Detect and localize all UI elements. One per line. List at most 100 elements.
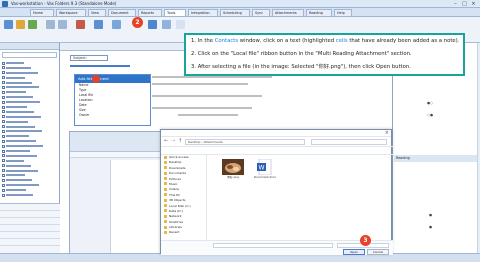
checkbox[interactable] bbox=[2, 66, 5, 70]
tab-workspace[interactable]: Workspace bbox=[56, 9, 86, 16]
checkbox[interactable] bbox=[2, 169, 5, 173]
file-tile[interactable]: 你好.png bbox=[220, 159, 246, 187]
subject-field[interactable]: Subject: bbox=[70, 55, 108, 61]
folder-label-placeholder bbox=[6, 110, 34, 113]
tab-reports[interactable]: Reports bbox=[138, 9, 162, 16]
tab-sync[interactable]: Sync bbox=[252, 9, 270, 16]
checkbox[interactable] bbox=[2, 188, 5, 192]
tree-item-label: 3D Objects bbox=[169, 198, 186, 203]
minimize-icon[interactable]: – bbox=[452, 1, 459, 7]
tab-scheduling[interactable]: Scheduling bbox=[220, 9, 250, 16]
checkbox[interactable] bbox=[2, 159, 5, 163]
ribbon-print-icon[interactable] bbox=[94, 20, 103, 29]
checkbox[interactable] bbox=[2, 76, 5, 80]
dialog-search-input[interactable] bbox=[311, 139, 387, 145]
ribbon-paste-icon[interactable] bbox=[58, 20, 67, 29]
maximize-icon[interactable]: □ bbox=[461, 1, 468, 7]
close-icon[interactable]: × bbox=[385, 130, 389, 136]
ribbon-attach-icon[interactable] bbox=[162, 20, 171, 29]
tab-integration[interactable]: Integration bbox=[188, 9, 218, 16]
nav-item[interactable] bbox=[0, 204, 60, 211]
address-bar[interactable]: Desktop › Attachments bbox=[185, 139, 305, 145]
checkbox[interactable] bbox=[2, 144, 5, 148]
step-1-text: window, click on a text (highlighted bbox=[238, 38, 336, 44]
folder-icon bbox=[164, 182, 167, 186]
dialog-footer: Open Cancel bbox=[161, 240, 393, 255]
checkbox[interactable] bbox=[2, 154, 5, 158]
forward-arrow-icon[interactable]: → bbox=[171, 138, 175, 144]
cancel-button[interactable]: Cancel bbox=[367, 249, 389, 255]
checkbox[interactable] bbox=[2, 100, 5, 104]
nav-item[interactable] bbox=[0, 232, 60, 239]
highlighted-cell[interactable] bbox=[70, 65, 130, 67]
tab-home[interactable]: Home bbox=[30, 9, 54, 16]
local-file-button[interactable] bbox=[148, 20, 157, 29]
folder-label-placeholder bbox=[6, 135, 29, 138]
tab-reading[interactable]: Reading bbox=[306, 9, 332, 16]
close-icon[interactable]: × bbox=[470, 1, 477, 7]
checkbox[interactable] bbox=[2, 85, 5, 89]
checkbox[interactable] bbox=[2, 90, 5, 94]
file-name-input[interactable] bbox=[213, 243, 333, 248]
nav-item[interactable] bbox=[0, 218, 60, 225]
checkbox[interactable] bbox=[2, 149, 5, 153]
title-bar: Vas-workstation - Vas Folders 9.3 (Stand… bbox=[0, 0, 480, 8]
ribbon-delete-icon[interactable] bbox=[76, 20, 85, 29]
checkbox[interactable] bbox=[2, 71, 5, 75]
up-arrow-icon[interactable]: ↑ bbox=[178, 138, 182, 144]
ribbon-open-icon[interactable] bbox=[16, 20, 25, 29]
ribbon-save-icon[interactable] bbox=[28, 20, 37, 29]
tree-item[interactable]: Recent bbox=[161, 230, 206, 235]
checkbox[interactable] bbox=[2, 134, 5, 138]
ribbon-url-icon[interactable] bbox=[176, 20, 185, 29]
folder-icon bbox=[164, 198, 167, 202]
ribbon-link-icon[interactable] bbox=[112, 20, 121, 29]
tree-item-label: Documents bbox=[169, 171, 187, 176]
checkbox[interactable] bbox=[2, 178, 5, 182]
checkbox[interactable] bbox=[2, 125, 5, 129]
back-arrow-icon[interactable]: ← bbox=[164, 138, 168, 144]
tab-help[interactable]: Help bbox=[334, 9, 352, 16]
text-line bbox=[152, 76, 272, 78]
tab-view[interactable]: View bbox=[88, 9, 106, 16]
open-button[interactable]: Open bbox=[343, 249, 365, 255]
instruction-step-1: 1. In the Contacts window, click on a te… bbox=[191, 38, 459, 45]
checkbox[interactable] bbox=[2, 110, 5, 114]
click-indicator-1 bbox=[92, 75, 100, 83]
folder-label-placeholder bbox=[6, 174, 25, 177]
checkbox[interactable] bbox=[2, 139, 5, 143]
folder-row[interactable] bbox=[2, 193, 57, 198]
nav-item[interactable] bbox=[0, 211, 60, 218]
folder-label-placeholder bbox=[6, 154, 37, 157]
checkbox[interactable] bbox=[2, 81, 5, 85]
checkbox[interactable] bbox=[2, 193, 5, 197]
checkbox[interactable] bbox=[2, 105, 5, 109]
checkbox[interactable] bbox=[2, 120, 5, 124]
nav-item[interactable] bbox=[0, 225, 60, 232]
file-tile[interactable]: W Document.docx bbox=[252, 158, 278, 187]
checkbox[interactable] bbox=[2, 164, 5, 168]
panel-header bbox=[0, 43, 59, 50]
folder-label-placeholder bbox=[6, 96, 33, 99]
checkbox[interactable] bbox=[2, 95, 5, 99]
folder-icon bbox=[164, 166, 167, 170]
folder-label-placeholder bbox=[6, 145, 43, 148]
instruction-step-2: 2. Click on the "Local file" ribbon butt… bbox=[191, 51, 412, 57]
folder-label-placeholder bbox=[6, 115, 41, 118]
checkbox[interactable] bbox=[2, 115, 5, 119]
tab-attachments[interactable]: Attachments bbox=[272, 9, 304, 16]
checkbox[interactable] bbox=[2, 173, 5, 177]
checkbox[interactable] bbox=[2, 129, 5, 133]
tab-tools[interactable]: Tools bbox=[164, 9, 186, 16]
folder-label-placeholder bbox=[6, 86, 39, 89]
folder-label-placeholder bbox=[6, 120, 28, 123]
tab-document[interactable]: Document bbox=[108, 9, 136, 16]
step-marker-2: 2 bbox=[132, 17, 143, 28]
nav-item[interactable] bbox=[0, 239, 60, 246]
ribbon-copy-icon[interactable] bbox=[46, 20, 55, 29]
checkbox[interactable] bbox=[2, 61, 5, 65]
search-input[interactable] bbox=[2, 52, 57, 58]
ribbon-new-icon[interactable] bbox=[4, 20, 13, 29]
checkbox[interactable] bbox=[2, 183, 5, 187]
folder-icon bbox=[164, 220, 167, 224]
